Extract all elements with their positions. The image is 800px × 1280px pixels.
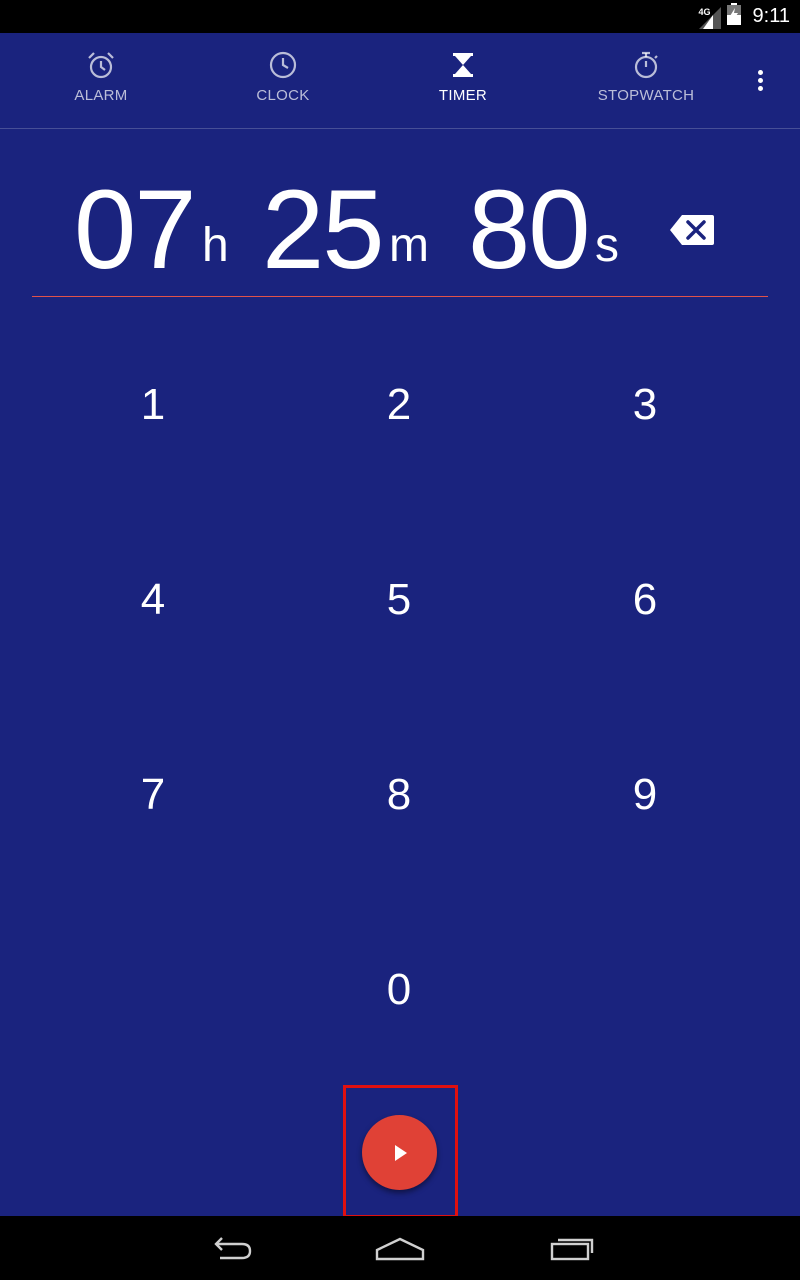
- status-time: 9:11: [752, 5, 790, 27]
- tab-timer[interactable]: TIMER: [372, 33, 554, 129]
- backspace-icon[interactable]: [668, 212, 716, 248]
- key-4[interactable]: 4: [73, 550, 233, 650]
- key-3[interactable]: 3: [565, 355, 725, 455]
- tab-label: ALARM: [74, 87, 128, 104]
- navigation-bar: [0, 1216, 800, 1280]
- tab-bar: ALARM CLOCK TIMER STOPWATCH: [0, 33, 800, 129]
- signal-icon: 4G: [698, 5, 721, 29]
- tab-label: CLOCK: [256, 87, 310, 104]
- key-9[interactable]: 9: [565, 745, 725, 845]
- tab-alarm[interactable]: ALARM: [10, 33, 192, 129]
- more-vert-icon[interactable]: [745, 57, 775, 103]
- hours-unit: h: [202, 219, 229, 272]
- status-bar: 4G 9:11: [0, 0, 800, 33]
- tab-clock[interactable]: CLOCK: [192, 33, 374, 129]
- battery-icon: [726, 3, 741, 30]
- key-5[interactable]: 5: [319, 550, 479, 650]
- minutes-unit: m: [389, 219, 429, 272]
- key-2[interactable]: 2: [319, 355, 479, 455]
- tab-label: STOPWATCH: [597, 87, 695, 104]
- hours-value: 07: [74, 167, 197, 292]
- tab-label: TIMER: [438, 87, 488, 104]
- key-6[interactable]: 6: [565, 550, 725, 650]
- play-icon: [390, 1143, 410, 1163]
- start-timer-button[interactable]: [362, 1115, 437, 1190]
- recent-apps-icon[interactable]: [522, 1216, 622, 1280]
- key-8[interactable]: 8: [319, 745, 479, 845]
- back-icon[interactable]: [180, 1216, 280, 1280]
- key-1[interactable]: 1: [73, 355, 233, 455]
- home-icon[interactable]: [350, 1216, 450, 1280]
- alarm-icon: [86, 50, 116, 80]
- key-7[interactable]: 7: [73, 745, 233, 845]
- timer-display: 07 h 25 m 80 s: [32, 160, 768, 297]
- seconds-unit: s: [595, 219, 619, 272]
- hourglass-icon: [450, 50, 476, 80]
- tab-stopwatch[interactable]: STOPWATCH: [555, 33, 737, 129]
- key-0[interactable]: 0: [319, 940, 479, 1040]
- clock-icon: [268, 50, 298, 80]
- minutes-value: 25: [262, 167, 385, 292]
- stopwatch-icon: [631, 50, 661, 80]
- seconds-value: 80: [468, 167, 591, 292]
